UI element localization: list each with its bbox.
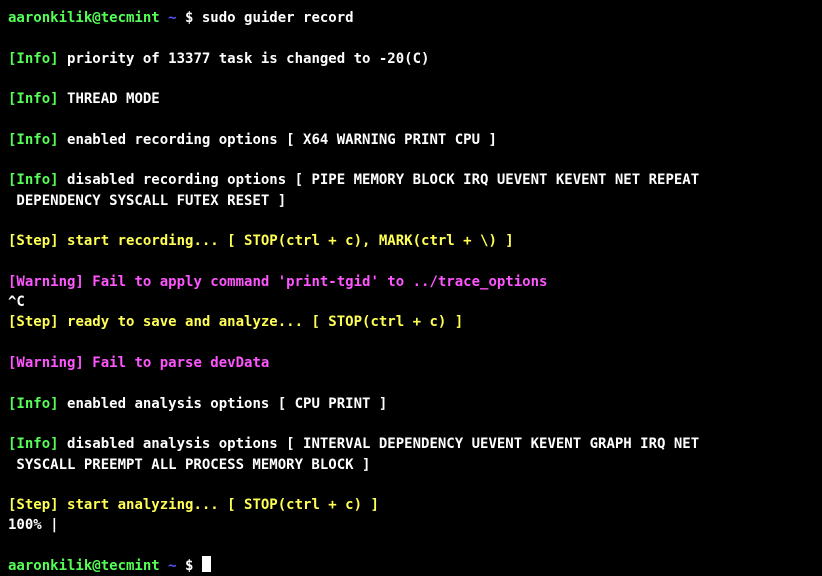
info-enabled-rec: [Info] enabled recording options [ X64 W… [8, 130, 814, 150]
info-tag: [Info] [8, 51, 67, 67]
step-tag: [Step] [8, 233, 67, 249]
dollar: $ [185, 10, 202, 26]
info-tag: [Info] [8, 132, 67, 148]
blank [8, 252, 814, 272]
blank [8, 28, 814, 48]
step-tag: [Step] [8, 314, 67, 330]
info-tag: [Info] [8, 91, 67, 107]
info-tag: [Info] [8, 396, 67, 412]
warning-tag: [Warning] [8, 355, 92, 371]
blank [8, 414, 814, 434]
info-tag: [Info] [8, 172, 67, 188]
user-host: aaronkilik@tecmint [8, 10, 160, 26]
dollar: $ [185, 558, 202, 574]
blank [8, 150, 814, 170]
step-start-recording: [Step] start recording... [ STOP(ctrl + … [8, 231, 814, 251]
info-disabled-analysis-cont: SYSCALL PREEMPT ALL PROCESS MEMORY BLOCK… [8, 455, 814, 475]
blank [8, 211, 814, 231]
blank [8, 109, 814, 129]
blank [8, 373, 814, 393]
info-disabled-rec-cont: DEPENDENCY SYSCALL FUTEX RESET ] [8, 191, 814, 211]
cursor-icon [202, 556, 211, 572]
prompt-line-1: aaronkilik@tecmint ~ $ sudo guider recor… [8, 8, 814, 28]
warning-tag: [Warning] [8, 274, 92, 290]
warning-print-tgid: [Warning] Fail to apply command 'print-t… [8, 272, 814, 292]
info-priority: [Info] priority of 13377 task is changed… [8, 49, 814, 69]
ctrl-c: ^C [8, 292, 814, 312]
step-tag: [Step] [8, 497, 67, 513]
info-tag: [Info] [8, 436, 67, 452]
info-disabled-rec: [Info] disabled recording options [ PIPE… [8, 170, 814, 190]
command-text: sudo guider record [202, 10, 354, 26]
info-enabled-analysis: [Info] enabled analysis options [ CPU PR… [8, 394, 814, 414]
info-thread-mode: [Info] THREAD MODE [8, 89, 814, 109]
step-ready-save: [Step] ready to save and analyze... [ ST… [8, 312, 814, 332]
warning-devdata: [Warning] Fail to parse devData [8, 353, 814, 373]
user-host: aaronkilik@tecmint [8, 558, 160, 574]
progress-line: 100% | [8, 515, 814, 535]
step-start-analyzing: [Step] start analyzing... [ STOP(ctrl + … [8, 495, 814, 515]
blank [8, 333, 814, 353]
prompt-line-2[interactable]: aaronkilik@tecmint ~ $ [8, 556, 814, 576]
tilde: ~ [160, 558, 185, 574]
blank [8, 475, 814, 495]
tilde: ~ [160, 10, 185, 26]
blank [8, 69, 814, 89]
info-disabled-analysis: [Info] disabled analysis options [ INTER… [8, 434, 814, 454]
